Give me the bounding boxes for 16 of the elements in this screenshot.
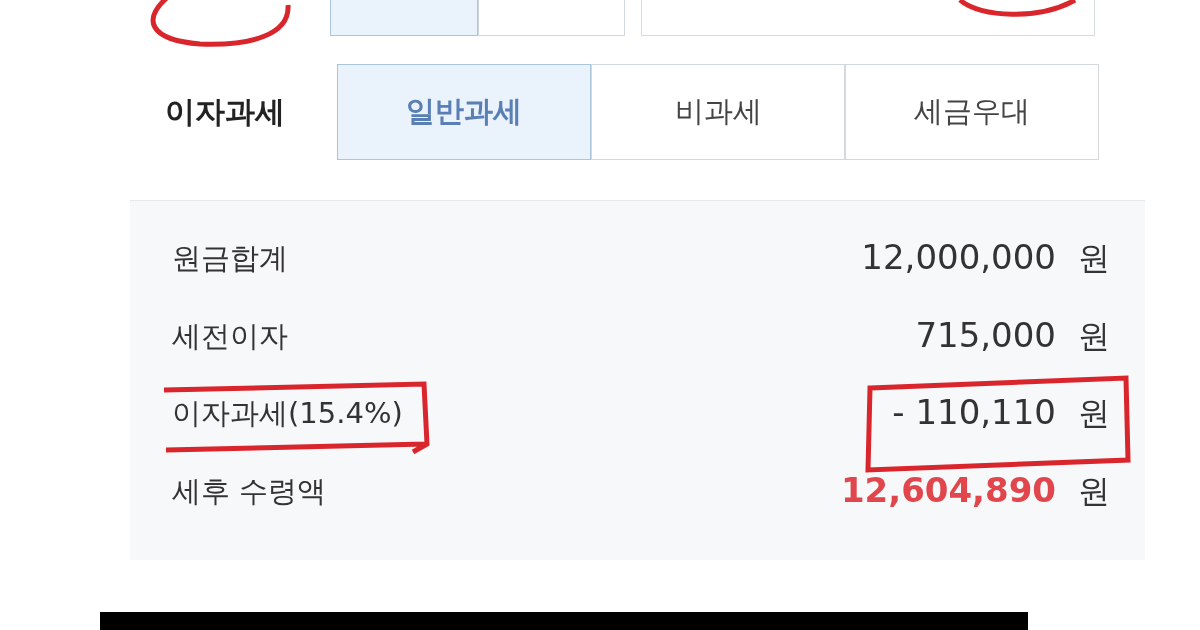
tax-option[interactable]: 비과세 bbox=[591, 64, 845, 160]
field-label: 이자과세 bbox=[164, 92, 286, 131]
tax-option[interactable]: 일반과세 bbox=[337, 64, 591, 160]
summary-label: 세전이자 bbox=[172, 317, 288, 355]
summary-label: 원금합계 bbox=[172, 239, 288, 277]
summary-value: - 110,110 bbox=[892, 392, 1056, 435]
summary-label: 세후 수령액 bbox=[172, 473, 327, 511]
unit-label: 원 bbox=[1078, 393, 1110, 435]
summary-value: 12,000,000 bbox=[861, 236, 1056, 279]
unit-label: 원 bbox=[1078, 237, 1110, 279]
tax-option[interactable]: 세금우대 bbox=[845, 64, 1099, 160]
summary-value: 715,000 bbox=[915, 314, 1056, 357]
summary-label: 이자과세(15.4%) bbox=[172, 395, 403, 433]
unit-label: 원 bbox=[1078, 471, 1110, 513]
summary-value: 12,604,890 bbox=[840, 470, 1056, 513]
unit-label: 원 bbox=[1078, 315, 1110, 357]
